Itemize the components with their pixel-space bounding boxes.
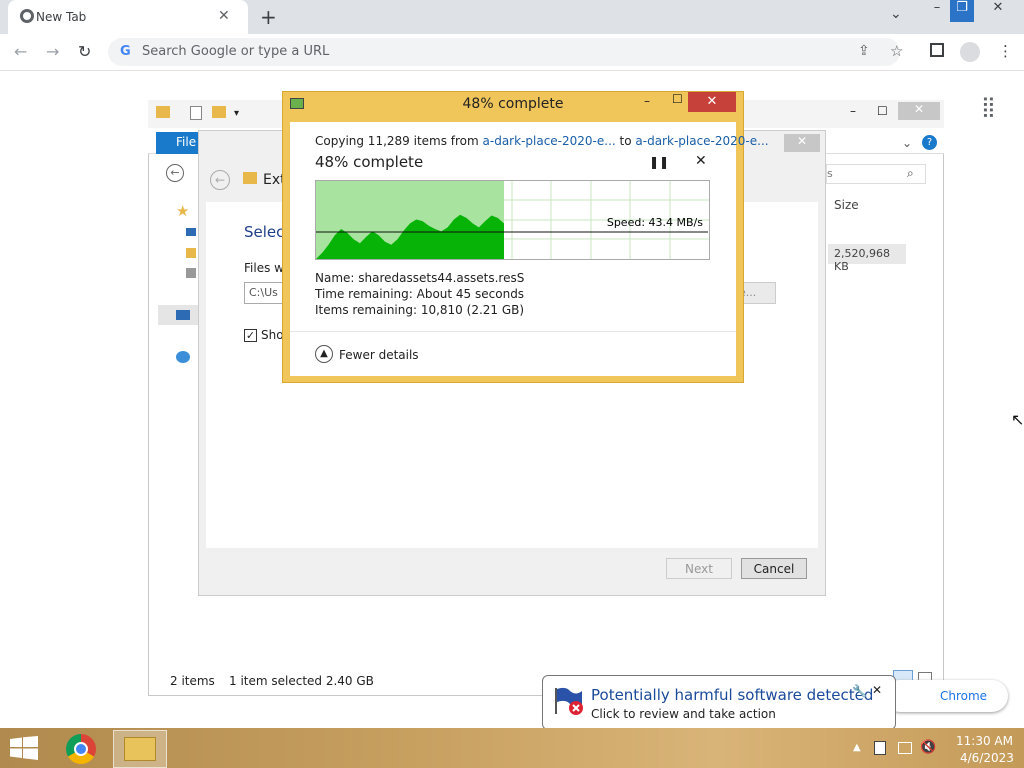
explorer-back-icon[interactable]: ← xyxy=(166,164,184,182)
google-icon: G xyxy=(120,44,131,59)
new-folder-icon[interactable] xyxy=(212,106,226,118)
current-file-name: Name: sharedassets44.assets.resS xyxy=(315,271,525,285)
search-icon[interactable]: ⌕ xyxy=(907,166,914,181)
copy-prefix: Copying 11,289 items from xyxy=(315,134,483,148)
notification-subtitle[interactable]: Click to review and take action xyxy=(591,707,776,721)
copy-maximize-icon[interactable]: ☐ xyxy=(672,92,683,106)
divider xyxy=(290,331,736,332)
properties-icon[interactable] xyxy=(190,106,202,120)
desktop-icon[interactable] xyxy=(186,228,196,236)
computer-icon xyxy=(176,310,190,320)
copy-close-icon[interactable]: ✕ xyxy=(688,92,736,112)
downloads-icon[interactable] xyxy=(186,248,196,258)
tab-title: New Tab xyxy=(36,10,87,24)
copy-to: to xyxy=(615,134,636,148)
favorites-icon[interactable]: ★ xyxy=(176,202,189,220)
file-tab[interactable]: File xyxy=(156,132,198,154)
volume-icon[interactable]: 🔇 xyxy=(920,740,936,755)
wizard-back-icon[interactable]: ← xyxy=(210,170,230,190)
menu-icon[interactable]: ⋮ xyxy=(998,42,1013,60)
wizard-heading: Selec xyxy=(244,223,285,241)
recent-icon[interactable] xyxy=(186,268,196,278)
next-button[interactable]: Next xyxy=(666,558,732,579)
notification-title[interactable]: Potentially harmful software detected xyxy=(591,686,873,704)
notification-close-icon[interactable]: ✕ xyxy=(872,683,882,697)
action-center-flag-icon xyxy=(555,687,583,715)
copy-percent: 48% complete xyxy=(315,153,424,171)
show-files-label: Sho xyxy=(261,328,284,342)
tab-close-icon[interactable]: ✕ xyxy=(218,8,230,24)
network-icon[interactable] xyxy=(176,351,190,363)
ribbon-expand-icon[interactable]: ⌄ xyxy=(902,136,912,150)
zip-folder-icon xyxy=(243,172,257,184)
fewer-details-button[interactable]: Fewer details xyxy=(339,348,419,362)
chevron-up-icon[interactable]: ▲ xyxy=(315,345,333,363)
explorer-close-icon[interactable]: ✕ xyxy=(898,102,940,120)
time-remaining: Time remaining: About 45 seconds xyxy=(315,287,525,301)
explorer-minimize-icon[interactable]: – xyxy=(850,104,856,118)
cancel-button[interactable]: Cancel xyxy=(741,558,807,579)
clock-date[interactable]: 4/6/2023 xyxy=(960,751,1014,765)
pause-icon[interactable]: ❚❚ xyxy=(649,155,669,169)
files-label: Files wi xyxy=(244,261,288,275)
destination-link[interactable]: a-dark-place-2020-e... xyxy=(635,134,768,148)
mouse-cursor-icon: ↖ xyxy=(1011,410,1024,429)
explorer-maximize-icon[interactable]: ☐ xyxy=(877,104,888,118)
items-remaining: Items remaining: 10,810 (2.21 GB) xyxy=(315,303,525,317)
apps-grid-icon[interactable]: ⣿ xyxy=(981,94,996,118)
network-tray-icon[interactable] xyxy=(898,742,912,754)
close-icon[interactable]: ✕ xyxy=(976,0,1020,22)
chrome-icon-center xyxy=(74,742,88,756)
chrome-logo-icon xyxy=(20,9,34,23)
search-box-partial: s xyxy=(827,167,833,180)
wrench-icon[interactable]: 🔧 xyxy=(852,684,867,698)
dropdown-icon[interactable]: ▾ xyxy=(234,108,239,119)
back-icon[interactable]: ← xyxy=(14,42,27,61)
folder-icon xyxy=(156,106,170,118)
speed-label: Speed: 43.4 MB/s xyxy=(607,216,703,229)
copy-summary: Copying 11,289 items from a-dark-place-2… xyxy=(315,134,769,148)
reload-icon[interactable]: ↻ xyxy=(78,42,91,61)
copy-minimize-icon[interactable]: – xyxy=(644,94,650,108)
star-icon[interactable]: ☆ xyxy=(890,42,903,60)
status-items: 2 items xyxy=(170,674,215,688)
file-explorer-icon xyxy=(124,737,156,761)
minimize-icon[interactable]: – xyxy=(926,0,948,22)
size-column-header[interactable]: Size xyxy=(834,198,859,212)
clock-time[interactable]: 11:30 AM xyxy=(956,734,1013,748)
side-panel-icon[interactable] xyxy=(930,43,944,57)
forward-icon[interactable]: → xyxy=(46,42,59,61)
share-icon[interactable]: ⇪ xyxy=(858,43,870,59)
source-link[interactable]: a-dark-place-2020-e... xyxy=(483,134,616,148)
status-selected: 1 item selected 2.40 GB xyxy=(229,674,374,688)
size-cell: 2,520,968 KB xyxy=(828,244,906,273)
wizard-close-icon[interactable]: ✕ xyxy=(784,134,820,152)
chrome-hint-text[interactable]: Chrome xyxy=(940,689,987,703)
start-button-icon[interactable] xyxy=(10,736,38,760)
profile-icon[interactable] xyxy=(960,42,980,62)
taskbar-explorer[interactable] xyxy=(113,730,167,768)
show-files-checkbox[interactable]: ✓ xyxy=(244,329,257,342)
show-hidden-icons-icon[interactable]: ▲ xyxy=(853,742,861,753)
chevron-down-icon[interactable]: ⌄ xyxy=(890,6,902,22)
new-tab-button[interactable]: + xyxy=(260,5,277,29)
restore-icon[interactable]: ❐ xyxy=(950,0,974,22)
omnibox-placeholder: Search Google or type a URL xyxy=(142,44,330,59)
stop-icon[interactable]: ✕ xyxy=(695,153,707,169)
taskbar-chrome[interactable] xyxy=(62,730,106,768)
speed-graph: Speed: 43.4 MB/s xyxy=(315,180,710,260)
help-icon[interactable]: ? xyxy=(922,135,937,150)
tray-flag-icon[interactable] xyxy=(874,741,886,755)
